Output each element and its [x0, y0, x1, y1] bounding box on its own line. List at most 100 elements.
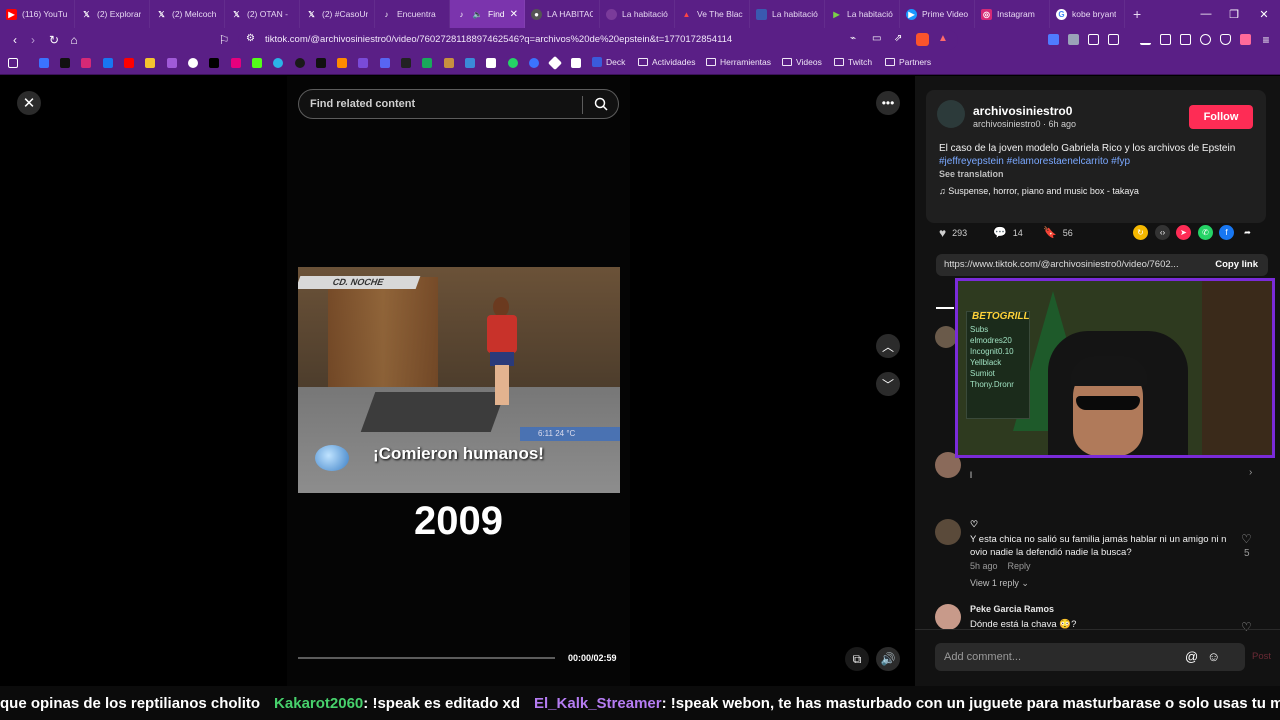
tab-youtube[interactable]: ▶ (116) YouTu — [0, 0, 75, 28]
tab-ve-the-blac[interactable]: ▲ Ve The Blac — [675, 0, 750, 28]
bookmark-favicon[interactable] — [444, 58, 454, 68]
extension-icon[interactable] — [1048, 34, 1059, 45]
new-tab-button[interactable]: + — [1133, 6, 1141, 22]
brave-rewards-icon[interactable]: ▲ — [938, 33, 948, 44]
send-icon[interactable]: ➤ — [1176, 225, 1191, 240]
tab-x-melcoch[interactable]: 𝕏 (2) Melcoch — [150, 0, 225, 28]
emoji-icon[interactable]: ☺ — [1207, 649, 1220, 664]
bookmark-favicon[interactable] — [380, 58, 390, 68]
forward-icon[interactable]: › — [25, 33, 41, 47]
tab-instagram[interactable]: ◎ Instagram — [975, 0, 1050, 28]
previous-video-icon[interactable]: ︿ — [876, 334, 900, 358]
tab-la-habitacio-1[interactable]: La habitació — [600, 0, 675, 28]
tiktok-icon[interactable] — [60, 58, 70, 68]
tab-x-otan[interactable]: 𝕏 (2) OTAN - — [225, 0, 300, 28]
screen-icon[interactable]: ▭ — [872, 33, 881, 44]
tab-la-habitacio-2[interactable]: La habitació — [750, 0, 825, 28]
bookmark-favicon[interactable] — [167, 58, 177, 68]
tab-tiktok-encuentra[interactable]: ♪ Encuentra — [375, 0, 450, 28]
save-button[interactable]: 🔖 56 — [1043, 226, 1073, 239]
share-icon[interactable]: ➦ — [1240, 225, 1255, 240]
vpn-shield-icon[interactable] — [1220, 34, 1231, 45]
instagram-icon[interactable] — [81, 58, 91, 68]
tab-tiktok-find[interactable]: ♪ 🔈 Find ✕ — [450, 0, 525, 28]
download-icon[interactable] — [1140, 34, 1151, 45]
close-tab-icon[interactable]: ✕ — [510, 9, 518, 20]
avatar[interactable] — [935, 604, 961, 630]
bookmark-favicon[interactable] — [188, 58, 198, 68]
comment-button[interactable]: 💬 14 — [993, 226, 1023, 239]
bookmark-folder-twitch[interactable]: Twitch — [834, 57, 872, 67]
search-input[interactable]: Find related content — [298, 89, 619, 119]
home-icon[interactable]: ⌂ — [66, 33, 82, 47]
url-bar[interactable]: ⚙ tiktok.com/@archivosiniestro0/video/76… — [238, 30, 958, 50]
more-options-icon[interactable]: ••• — [876, 91, 900, 115]
bookmark-favicon[interactable] — [337, 58, 347, 68]
wallet-icon[interactable] — [1180, 34, 1191, 45]
share-icon[interactable]: ⇗ — [894, 33, 902, 44]
username[interactable]: archivosiniestro0 — [973, 104, 1072, 118]
bookmark-favicon[interactable] — [145, 58, 155, 68]
close-window-icon[interactable]: ✕ — [1248, 0, 1280, 28]
bookmark-folder-partners[interactable]: Partners — [885, 57, 931, 67]
reply-button[interactable]: Reply — [1008, 561, 1031, 571]
close-icon[interactable]: ✕ — [17, 91, 41, 115]
bookmark-favicon[interactable] — [401, 58, 411, 68]
tab-prime-video[interactable]: ▶ Prime Video — [900, 0, 975, 28]
bookmark-folder-herramientas[interactable]: Herramientas — [706, 57, 771, 67]
x-icon[interactable] — [209, 58, 219, 68]
bookmark-folder-videos[interactable]: Videos — [782, 57, 822, 67]
next-video-icon[interactable]: ﹀ — [876, 372, 900, 396]
add-comment-input[interactable]: Add comment... @ ☺ — [935, 643, 1245, 671]
profile-icon[interactable] — [1240, 34, 1251, 45]
reload-icon[interactable]: ↻ — [46, 33, 62, 47]
kick-icon[interactable] — [252, 58, 262, 68]
like-button[interactable]: ♥ 293 — [939, 226, 967, 240]
bookmark-folder-actividades[interactable]: Actividades — [638, 57, 695, 67]
bookmark-favicon[interactable] — [316, 58, 326, 68]
sidebar-icon[interactable] — [1108, 34, 1119, 45]
facebook-icon[interactable]: f — [1219, 225, 1234, 240]
video-frame[interactable]: CD. NOCHE 6:11 24 °C ¡Comieron humanos! — [298, 267, 620, 493]
tab-x-explorar[interactable]: 𝕏 (2) Explorar — [75, 0, 150, 28]
comment-like-icon[interactable]: ♡ — [1241, 532, 1252, 546]
bookmark-icon[interactable]: ⚐ — [216, 33, 232, 47]
bookmark-deck[interactable]: Deck — [592, 57, 625, 67]
tab-la-habitacio-3[interactable]: ▶ La habitació — [825, 0, 900, 28]
bookmark-favicon[interactable] — [358, 58, 368, 68]
search-icon[interactable] — [594, 97, 608, 116]
comment-author[interactable]: ♡ — [970, 519, 978, 530]
bookmark-favicon[interactable] — [529, 58, 539, 68]
whatsapp-icon[interactable]: ✆ — [1198, 225, 1213, 240]
bookmark-favicon[interactable] — [39, 58, 49, 68]
volume-icon[interactable]: 🔊 — [876, 647, 900, 671]
bookmark-favicon[interactable] — [465, 58, 475, 68]
bookmark-favicon[interactable] — [231, 58, 241, 68]
copy-link-button[interactable]: Copy link — [1215, 259, 1258, 270]
tab-la-habitac[interactable]: ● LA HABITAC — [525, 0, 600, 28]
bookmark-favicon[interactable] — [422, 58, 432, 68]
embed-icon[interactable]: ‹› — [1155, 225, 1170, 240]
bookmark-favicon[interactable] — [547, 55, 563, 71]
post-comment-button[interactable]: Post — [1252, 651, 1271, 662]
youtube-icon[interactable] — [124, 58, 134, 68]
hashtags[interactable]: #jeffreyepstein #elamorestaenelcarrito #… — [939, 156, 1130, 167]
bookmark-favicon[interactable] — [295, 58, 305, 68]
apps-icon[interactable] — [8, 58, 18, 68]
puzzle-icon[interactable] — [1088, 34, 1099, 45]
whatsapp-icon[interactable] — [508, 58, 518, 68]
maximize-icon[interactable]: ❐ — [1218, 0, 1250, 28]
comment-like-icon[interactable]: ♡ — [1241, 620, 1252, 634]
no-cast-icon[interactable]: ⌁ — [850, 33, 856, 44]
see-translation-link[interactable]: See translation — [939, 169, 1004, 179]
chevron-right-icon[interactable]: › — [1249, 467, 1252, 478]
extension-icon[interactable] — [1068, 34, 1079, 45]
site-info-icon[interactable]: ⚙ — [246, 33, 255, 44]
menu-icon[interactable]: ≡ — [1258, 33, 1274, 47]
view-replies-button[interactable]: View 1 reply ⌄ — [970, 578, 1029, 589]
tab-kobe-bryant[interactable]: Gkobe bryant — [1050, 0, 1125, 28]
bookmark-favicon[interactable] — [273, 58, 283, 68]
follow-button[interactable]: Follow — [1189, 105, 1253, 129]
bookmark-favicon[interactable] — [486, 58, 496, 68]
repost-icon[interactable]: ↻ — [1133, 225, 1148, 240]
